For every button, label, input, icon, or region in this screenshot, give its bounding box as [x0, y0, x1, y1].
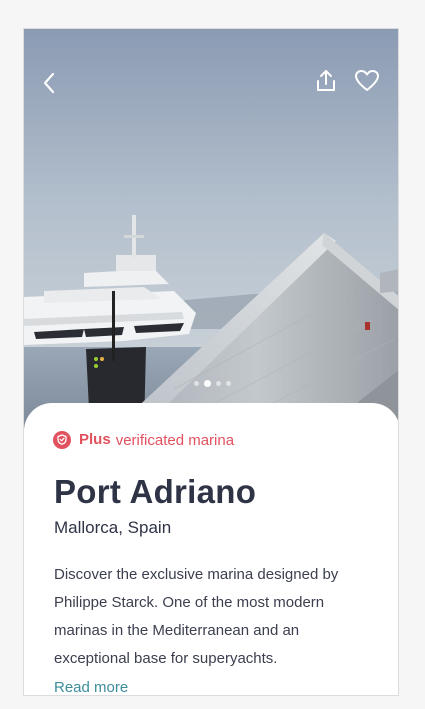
marina-description: Discover the exclusive marina designed b…	[54, 566, 339, 667]
marina-location: Mallorca, Spain	[54, 518, 172, 537]
carousel-dot[interactable]	[193, 381, 199, 386]
marina-info-card: Plus verificated marina Port Adriano Mal…	[24, 403, 398, 695]
carousel-dot-active[interactable]	[203, 380, 211, 387]
favorite-button[interactable]	[351, 65, 383, 97]
back-button[interactable]	[34, 67, 66, 99]
verified-badge: Plus verificated marina	[53, 430, 234, 449]
badge-plus-label: Plus	[79, 431, 111, 448]
carousel-dot[interactable]	[215, 381, 221, 386]
marina-detail-screen: Plus verificated marina Port Adriano Mal…	[23, 28, 399, 696]
carousel-dot[interactable]	[225, 381, 231, 386]
share-icon	[317, 70, 335, 91]
heart-icon	[355, 70, 379, 91]
shield-icon	[53, 430, 71, 449]
marina-name: Port Adriano	[54, 473, 257, 510]
hero-image[interactable]	[24, 29, 398, 429]
read-more-link[interactable]: Read more	[54, 679, 128, 695]
badge-text: verificated marina	[115, 432, 235, 449]
carousel-indicator[interactable]	[24, 380, 398, 387]
share-button[interactable]	[310, 65, 342, 97]
marina-photo	[24, 29, 398, 429]
chevron-left-icon	[43, 72, 55, 94]
